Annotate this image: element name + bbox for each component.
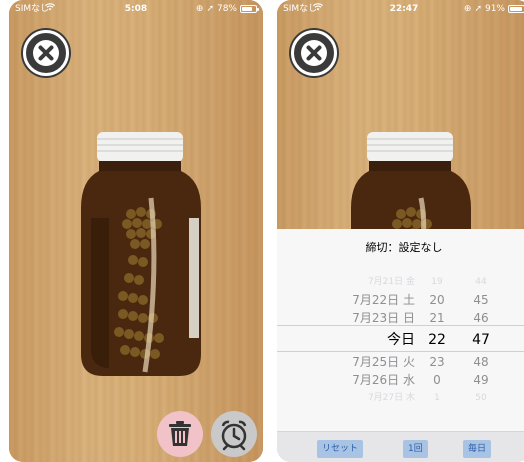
delete-button[interactable] bbox=[157, 411, 203, 457]
date-time-picker[interactable]: 7月21日 金 7月22日 土 7月23日 日 今日 7月25日 火 7月26日… bbox=[277, 269, 524, 419]
picker-minute-row[interactable]: 49 bbox=[459, 371, 503, 389]
location-icon: ➚ bbox=[206, 4, 214, 14]
picker-hour-column[interactable]: 19 20 21 22 23 0 1 bbox=[415, 269, 459, 419]
status-right-group: ⊕ ➚ 78% bbox=[195, 0, 259, 18]
medicine-bottle-image bbox=[81, 132, 201, 376]
close-button[interactable] bbox=[23, 30, 69, 76]
picker-minute-row[interactable]: 45 bbox=[459, 291, 503, 309]
picker-minute-column[interactable]: 44 45 46 47 48 49 50 bbox=[459, 269, 503, 419]
close-button[interactable] bbox=[291, 30, 337, 76]
picker-hour-row[interactable]: 21 bbox=[415, 309, 459, 327]
status-right-group: ⊕ ➚ 91% bbox=[464, 0, 524, 18]
close-icon bbox=[33, 40, 59, 66]
picker-hour-row[interactable]: 1 bbox=[415, 389, 459, 407]
medicine-bottle-image bbox=[351, 132, 471, 238]
picker-hour-row[interactable]: 20 bbox=[415, 291, 459, 309]
location-icon: ➚ bbox=[474, 4, 482, 14]
trash-icon bbox=[169, 421, 191, 446]
picker-date-row[interactable]: 7月23日 日 bbox=[277, 309, 415, 327]
picker-date-column[interactable]: 7月21日 金 7月22日 土 7月23日 日 今日 7月25日 火 7月26日… bbox=[277, 269, 415, 419]
battery-icon bbox=[508, 5, 524, 13]
picker-minute-row[interactable]: 46 bbox=[459, 309, 503, 327]
picker-minute-row[interactable]: 50 bbox=[459, 389, 503, 407]
picker-hour-row[interactable]: 0 bbox=[415, 371, 459, 389]
picker-minute-row[interactable]: 48 bbox=[459, 353, 503, 371]
picker-hour-row[interactable]: 19 bbox=[415, 273, 459, 291]
status-bar: SIMなし 5:08 ⊕ ➚ 78% bbox=[9, 0, 263, 18]
battery-percent: 91% bbox=[484, 4, 505, 14]
alarm-button[interactable] bbox=[211, 411, 257, 457]
picker-minute-row[interactable]: 47 bbox=[459, 329, 503, 351]
picker-date-row[interactable]: 7月25日 火 bbox=[277, 353, 415, 371]
once-button[interactable]: 1回 bbox=[403, 440, 428, 458]
picker-date-row[interactable]: 今日 bbox=[277, 329, 415, 351]
battery-icon bbox=[240, 5, 259, 13]
camera-screen-right: SIMなし 22:47 ⊕ ➚ 91% 締切：設定なし 7月21日 金 7月22… bbox=[277, 0, 524, 462]
orientation-lock-icon: ⊕ bbox=[195, 4, 204, 14]
picker-footer: リセット 1回 毎日 bbox=[277, 431, 524, 462]
deadline-picker-sheet: 締切：設定なし 7月21日 金 7月22日 土 7月23日 日 今日 7月25日… bbox=[277, 229, 524, 462]
close-icon bbox=[301, 40, 327, 66]
picker-minute-row[interactable]: 44 bbox=[459, 273, 503, 291]
picker-date-row[interactable]: 7月21日 金 bbox=[277, 273, 415, 291]
alarm-clock-icon bbox=[221, 420, 247, 451]
picker-hour-row[interactable]: 22 bbox=[415, 329, 459, 351]
orientation-lock-icon: ⊕ bbox=[463, 4, 472, 14]
picker-date-row[interactable]: 7月27日 木 bbox=[277, 389, 415, 407]
camera-screen-left: SIMなし 5:08 ⊕ ➚ 78% bbox=[9, 0, 263, 462]
status-bar: SIMなし 22:47 ⊕ ➚ 91% bbox=[277, 0, 524, 18]
picker-hour-row[interactable]: 23 bbox=[415, 353, 459, 371]
deadline-label: 締切：設定なし bbox=[365, 241, 443, 254]
reset-button[interactable]: リセット bbox=[317, 440, 364, 458]
picker-date-row[interactable]: 7月26日 水 bbox=[277, 371, 415, 389]
picker-date-row[interactable]: 7月22日 土 bbox=[277, 291, 415, 309]
battery-percent: 78% bbox=[216, 4, 237, 14]
daily-button[interactable]: 毎日 bbox=[463, 440, 492, 458]
